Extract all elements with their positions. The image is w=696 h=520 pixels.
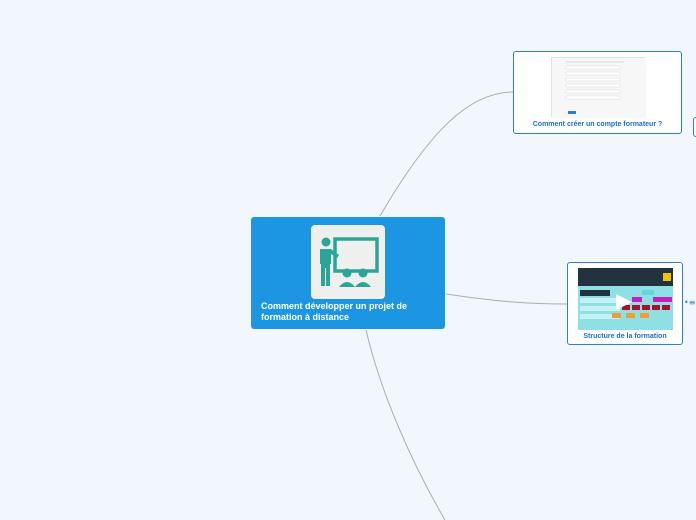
- central-topic[interactable]: Comment développer un projet de formatio…: [251, 217, 445, 329]
- topic-training-structure[interactable]: Structure de la formation: [567, 262, 683, 345]
- structure-diagram-thumbnail: [578, 268, 673, 330]
- expand-collapse-icon[interactable]: •≡•: [684, 298, 696, 308]
- central-topic-title: Comment développer un projet de formatio…: [261, 301, 408, 322]
- mind-map-canvas[interactable]: Comment développer un projet de formatio…: [0, 0, 696, 520]
- connector-to-offscreen-topic: [365, 329, 446, 520]
- connector-to-account-topic: [379, 91, 514, 217]
- topic-label: Structure de la formation: [583, 333, 667, 340]
- topic-label: Comment créer un compte formateur ?: [532, 121, 663, 128]
- teacher-presentation-icon: [311, 225, 385, 299]
- form-screenshot-thumbnail: [551, 57, 646, 118]
- connector-to-structure-topic: [445, 293, 568, 305]
- topic-create-trainer-account[interactable]: Comment créer un compte formateur ?: [513, 51, 682, 134]
